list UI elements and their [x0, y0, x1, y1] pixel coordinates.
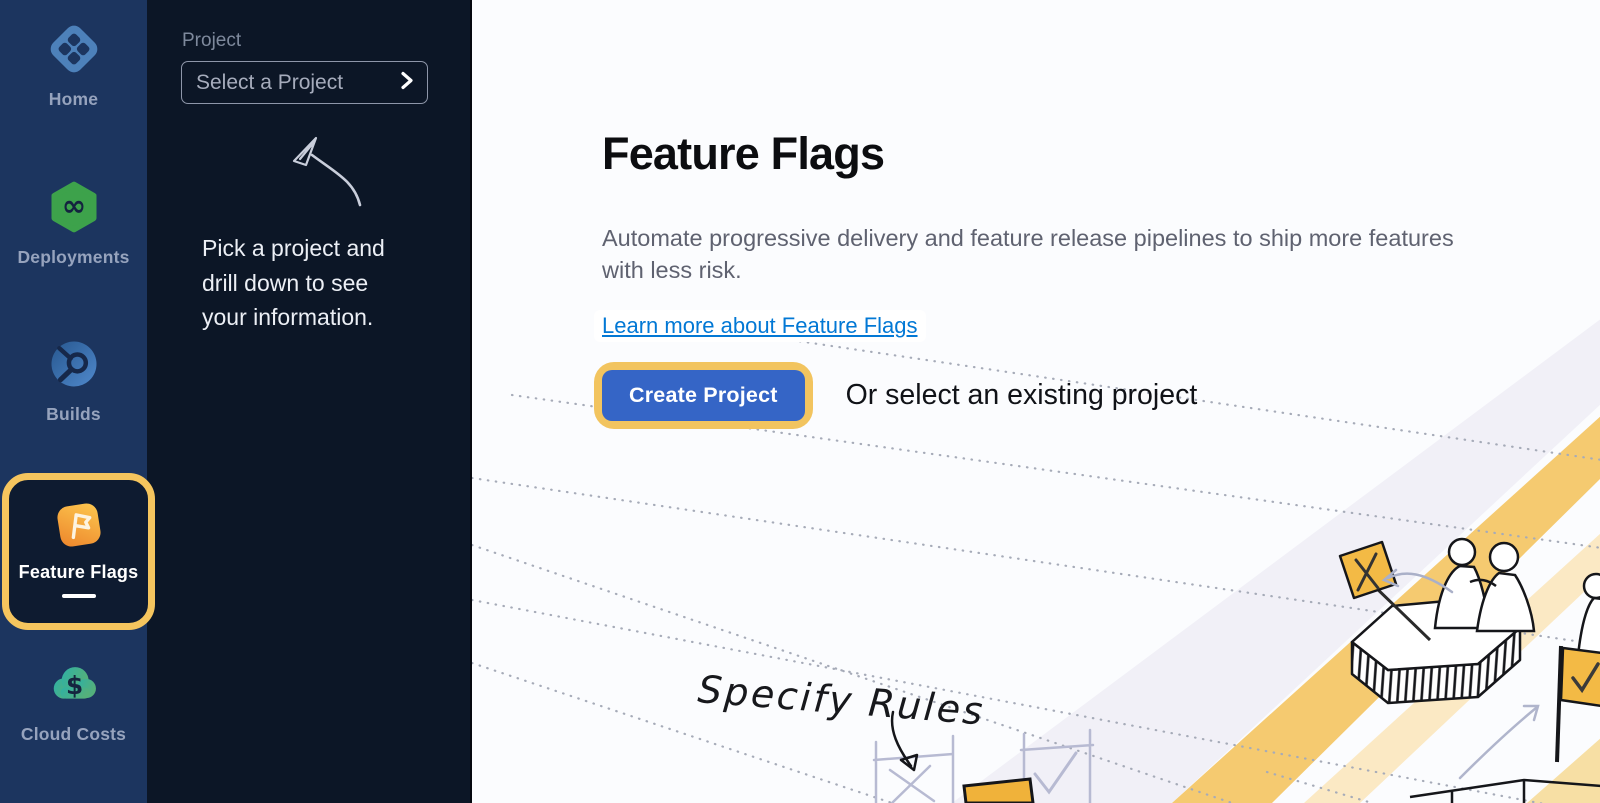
app-window: Home ∞ Deployments: [0, 0, 1600, 803]
feature-flags-icon: [52, 498, 106, 552]
sidebar-item-label: Builds: [46, 404, 101, 425]
hint-line: your information.: [202, 300, 432, 335]
sidebar-item-label: Feature Flags: [19, 562, 139, 583]
sidebar-item-label: Deployments: [17, 247, 129, 268]
main-content: Specify Rules Feature Flags Automate pro…: [472, 0, 1600, 803]
cloud-costs-icon: $: [47, 657, 101, 711]
hint-line: drill down to see: [202, 266, 432, 301]
sidebar-item-builds[interactable]: Builds: [0, 337, 147, 425]
project-hint-text: Pick a project and drill down to see you…: [202, 231, 432, 335]
module-sidebar: Home ∞ Deployments: [0, 0, 147, 803]
svg-text:$: $: [65, 671, 82, 700]
sidebar-item-label: Home: [49, 89, 98, 110]
sidebar-item-home[interactable]: Home: [0, 22, 147, 110]
cta-row: Create Project Or select an existing pro…: [594, 362, 1197, 429]
hand-drawn-arrow-icon: [270, 133, 365, 218]
create-project-highlight-ring: Create Project: [594, 362, 813, 429]
project-field-label: Project: [182, 30, 241, 52]
project-selector[interactable]: Select a Project: [181, 61, 428, 104]
description-line: with less risk.: [602, 255, 1454, 287]
small-yellow-flag: [964, 779, 1033, 803]
page-description: Automate progressive delivery and featur…: [602, 223, 1454, 286]
specify-rules-annotation: Specify Rules: [696, 667, 986, 733]
hint-line: Pick a project and: [202, 231, 432, 266]
sidebar-item-label: Cloud Costs: [21, 724, 126, 745]
description-line: Automate progressive delivery and featur…: [602, 223, 1454, 255]
svg-text:∞: ∞: [61, 188, 85, 222]
page-title: Feature Flags: [602, 128, 884, 180]
sidebar-item-deployments[interactable]: ∞ Deployments: [0, 180, 147, 268]
deployments-icon: ∞: [47, 180, 101, 234]
builds-icon: [47, 337, 101, 391]
or-select-existing-text: Or select an existing project: [846, 379, 1198, 412]
home-icon: [47, 22, 101, 76]
project-selector-value: Select a Project: [196, 71, 343, 95]
create-project-button[interactable]: Create Project: [602, 370, 805, 421]
active-indicator: [62, 594, 96, 598]
sidebar-item-cloud-costs[interactable]: $ Cloud Costs: [0, 657, 147, 745]
learn-more-link[interactable]: Learn more about Feature Flags: [594, 310, 926, 342]
sidebar-item-feature-flags[interactable]: Feature Flags: [2, 473, 155, 630]
project-panel: Project Select a Project Pick a project …: [147, 0, 472, 803]
chevron-right-icon: [400, 71, 414, 95]
